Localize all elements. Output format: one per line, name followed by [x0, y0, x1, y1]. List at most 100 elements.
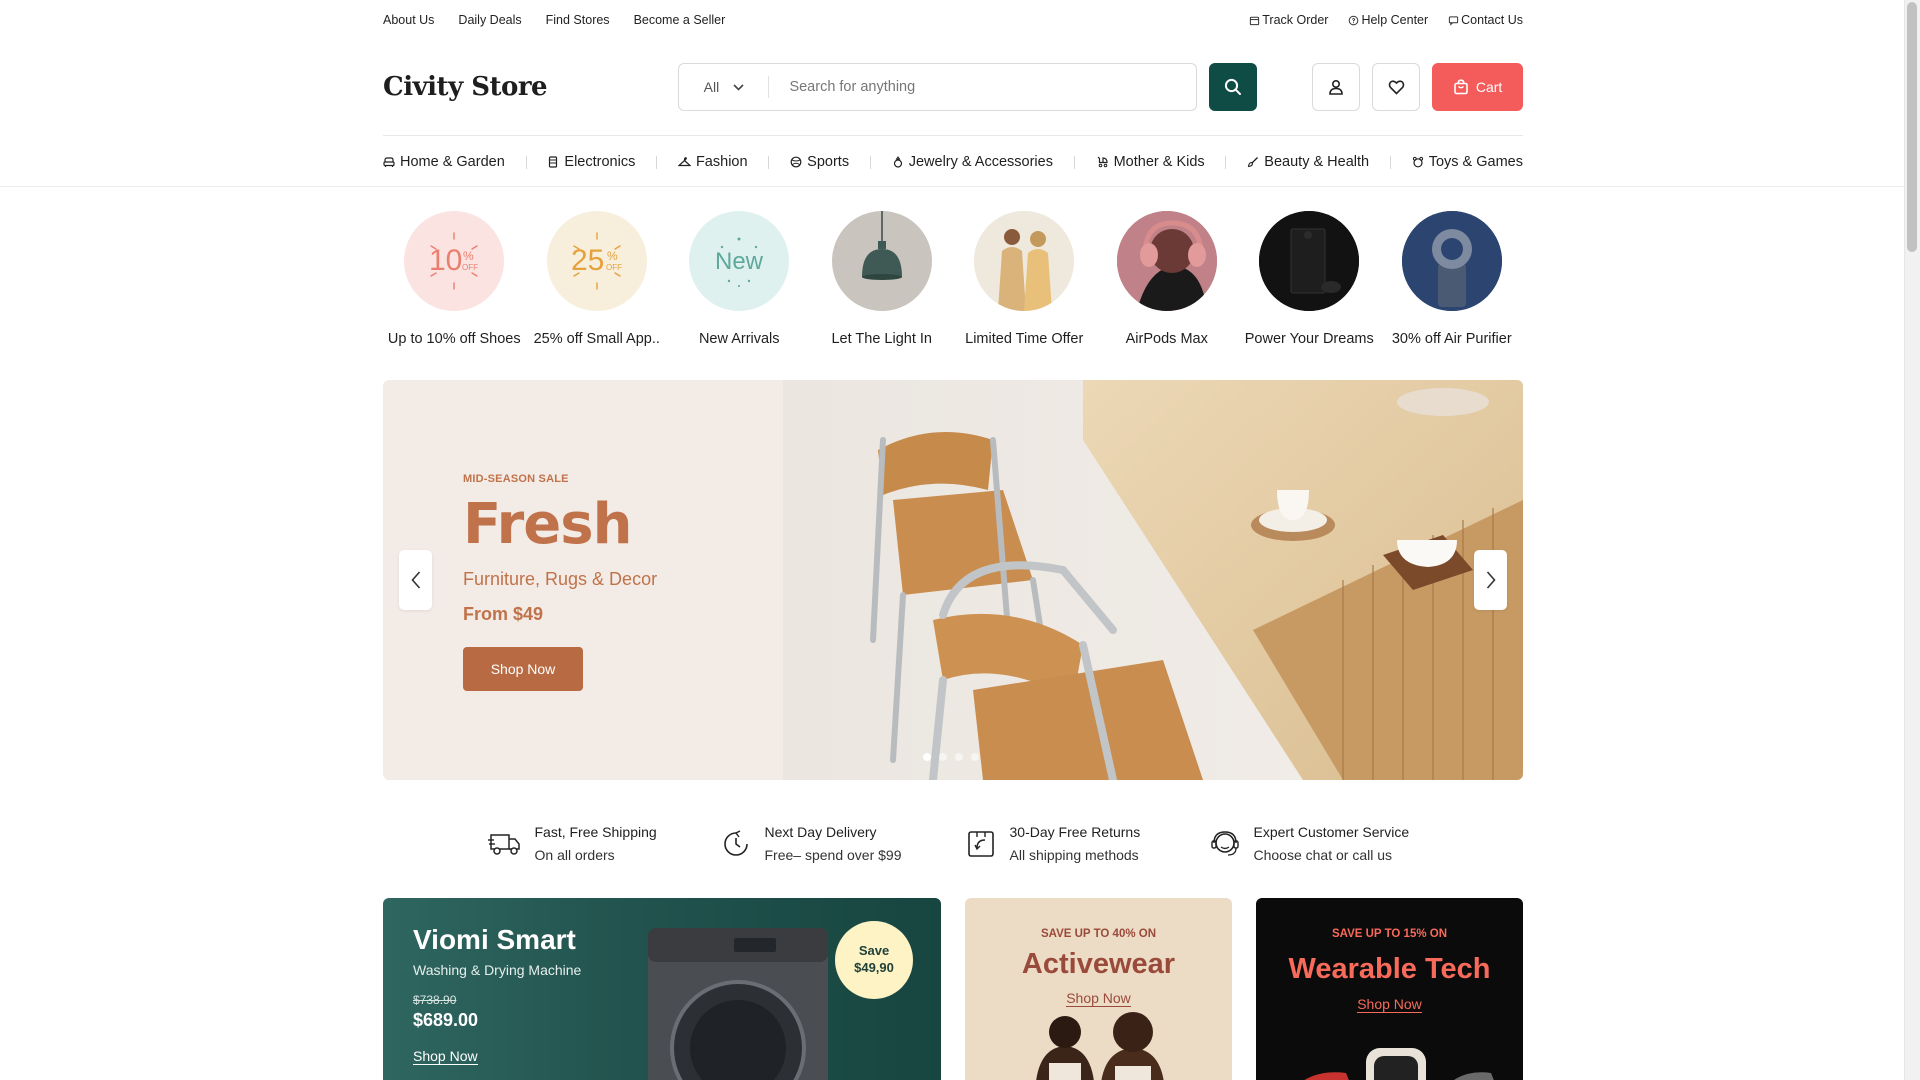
about-us-link[interactable]: About Us [383, 13, 434, 27]
nav-label: Home & Garden [400, 154, 505, 170]
nav-electronics[interactable]: Electronics [547, 154, 635, 170]
story-label: Limited Time Offer [965, 331, 1084, 347]
nav-label: Mother & Kids [1113, 154, 1205, 170]
story-item[interactable]: Let The Light In [811, 211, 954, 347]
truck-icon [487, 833, 520, 855]
hero-subtitle: Furniture, Rugs & Decor [463, 569, 658, 589]
feature-subtitle: All shipping methods [1009, 847, 1139, 863]
story-item[interactable]: AirPods Max [1096, 211, 1239, 347]
hero-banner: MID-SEASON SALE Fresh Furniture, Rugs & … [383, 380, 1523, 780]
story-label: Let The Light In [831, 331, 932, 347]
category-select[interactable]: All [679, 76, 770, 98]
nav-separator [525, 155, 527, 169]
promo-activewear-card[interactable]: SAVE UP TO 40% ON Activewear Shop Now [965, 898, 1232, 1080]
viomi-shop-now-link[interactable]: Shop Now [413, 1048, 478, 1065]
nav-sports[interactable]: Sports [790, 154, 849, 170]
story-item[interactable]: Power Your Dreams [1238, 211, 1381, 347]
teddy-icon [1412, 156, 1423, 168]
badge-off: OFF [462, 263, 478, 272]
nav-toys-games[interactable]: Toys & Games [1412, 154, 1523, 170]
hero-furniture-image [783, 380, 1523, 780]
story-item[interactable]: 10 % OFF Up to 10% off Shoes [383, 211, 526, 347]
daily-deals-link[interactable]: Daily Deals [458, 13, 521, 27]
nav-mother-kids[interactable]: Mother & Kids [1096, 154, 1205, 170]
story-carousel: 10 % OFF Up to 10% off Shoes 25 % OFF 25… [383, 211, 1523, 347]
sunburst-badge-icon: 10 % OFF [429, 232, 478, 290]
story-item[interactable]: 30% off Air Purifier [1381, 211, 1524, 347]
badge-number: 25 [571, 244, 604, 277]
hero-shop-now-button[interactable]: Shop Now [463, 647, 583, 691]
ring-icon [893, 156, 902, 168]
fashion-models-image [974, 211, 1075, 311]
nav-separator [869, 155, 871, 169]
store-logo[interactable]: Civity Store [383, 72, 678, 102]
sunburst-badge-icon: 25 % OFF [571, 232, 622, 290]
contact-us-link[interactable]: Contact Us [1448, 13, 1523, 27]
return-icon [967, 830, 994, 857]
help-center-link[interactable]: Help Center [1348, 13, 1428, 27]
nav-beauty-health[interactable]: Beauty & Health [1247, 154, 1369, 170]
wearable-eyebrow: SAVE UP TO 15% ON [1331, 928, 1448, 940]
nav-label: Beauty & Health [1264, 154, 1370, 170]
divider [0, 186, 1904, 187]
nav-home-garden[interactable]: Home & Garden [383, 154, 505, 170]
ball-icon [790, 156, 802, 168]
nav-label: Jewelry & Accessories [908, 154, 1053, 170]
story-item[interactable]: 25 % OFF 25% off Small App.. [526, 211, 669, 347]
carousel-dot-3[interactable] [955, 753, 963, 761]
nav-fashion[interactable]: Fashion [677, 154, 748, 170]
hero-copy: MID-SEASON SALE Fresh Furniture, Rugs & … [463, 473, 657, 691]
search-button[interactable] [1209, 63, 1258, 111]
page-scrollbar[interactable] [1904, 0, 1920, 1080]
chevron-down-icon [733, 83, 744, 91]
scrollbar-thumb[interactable] [1907, 2, 1917, 252]
promo-viomi-card[interactable]: Viomi Smart Washing & Drying Machine $73… [383, 898, 941, 1080]
track-order-label: Track Order [1262, 13, 1329, 27]
divider [383, 135, 1523, 136]
help-circle-icon [1349, 15, 1359, 25]
wearable-shop-now-link[interactable]: Shop Now [1357, 996, 1422, 1013]
story-label: New Arrivals [698, 331, 780, 347]
chevron-left-icon [410, 571, 420, 589]
search-icon [1225, 78, 1242, 95]
pendant-lamp-image [831, 211, 932, 311]
air-purifier-image [1401, 211, 1502, 311]
top-right-links: Track Order Help Center Contact Us [1249, 13, 1523, 27]
carousel-dot-2[interactable] [939, 753, 947, 761]
search-input[interactable] [769, 79, 1197, 95]
activewear-eyebrow: SAVE UP TO 40% ON [1040, 928, 1157, 940]
promo-wearable-card[interactable]: SAVE UP TO 15% ON Wearable Tech Shop Now [1256, 898, 1523, 1080]
activewear-shop-now-link[interactable]: Shop Now [1066, 990, 1131, 1007]
sparkle-badge-icon: New [715, 237, 764, 287]
activewear-title: Activewear [1021, 948, 1176, 980]
viomi-title: Viomi Smart [413, 924, 576, 955]
feature-subtitle: Free– spend over $99 [764, 847, 902, 863]
feature-shipping: Fast, Free Shipping On all orders [487, 824, 720, 863]
nav-jewelry[interactable]: Jewelry & Accessories [892, 154, 1053, 170]
brush-icon [1248, 157, 1259, 168]
wishlist-button[interactable] [1372, 63, 1421, 111]
carousel-next-button[interactable] [1474, 550, 1507, 610]
find-stores-link[interactable]: Find Stores [546, 13, 610, 27]
washing-machine-image [648, 928, 828, 1080]
carousel-pagination [923, 753, 979, 761]
carousel-dot-1[interactable] [923, 753, 931, 761]
story-label: AirPods Max [1125, 331, 1208, 347]
track-order-link[interactable]: Track Order [1249, 13, 1328, 27]
hero-eyebrow: MID-SEASON SALE [463, 473, 569, 485]
chevron-right-icon [1486, 571, 1496, 589]
cart-button[interactable]: Cart [1432, 63, 1523, 111]
story-item[interactable]: Limited Time Offer [953, 211, 1096, 347]
become-seller-link[interactable]: Become a Seller [634, 13, 726, 27]
story-item[interactable]: New New Arrivals [668, 211, 811, 347]
account-button[interactable] [1312, 63, 1361, 111]
carousel-dot-4[interactable] [971, 753, 979, 761]
viomi-new-price: $689.00 [413, 1010, 479, 1030]
smartwatch-image [1304, 1048, 1494, 1080]
nav-separator [1073, 155, 1075, 169]
carousel-prev-button[interactable] [399, 550, 432, 610]
top-utility-bar: About Us Daily Deals Find Stores Become … [383, 0, 1523, 40]
stroller-icon [1097, 156, 1108, 168]
feature-title: 30-Day Free Returns [1009, 824, 1141, 840]
feature-title: Next Day Delivery [764, 824, 877, 840]
